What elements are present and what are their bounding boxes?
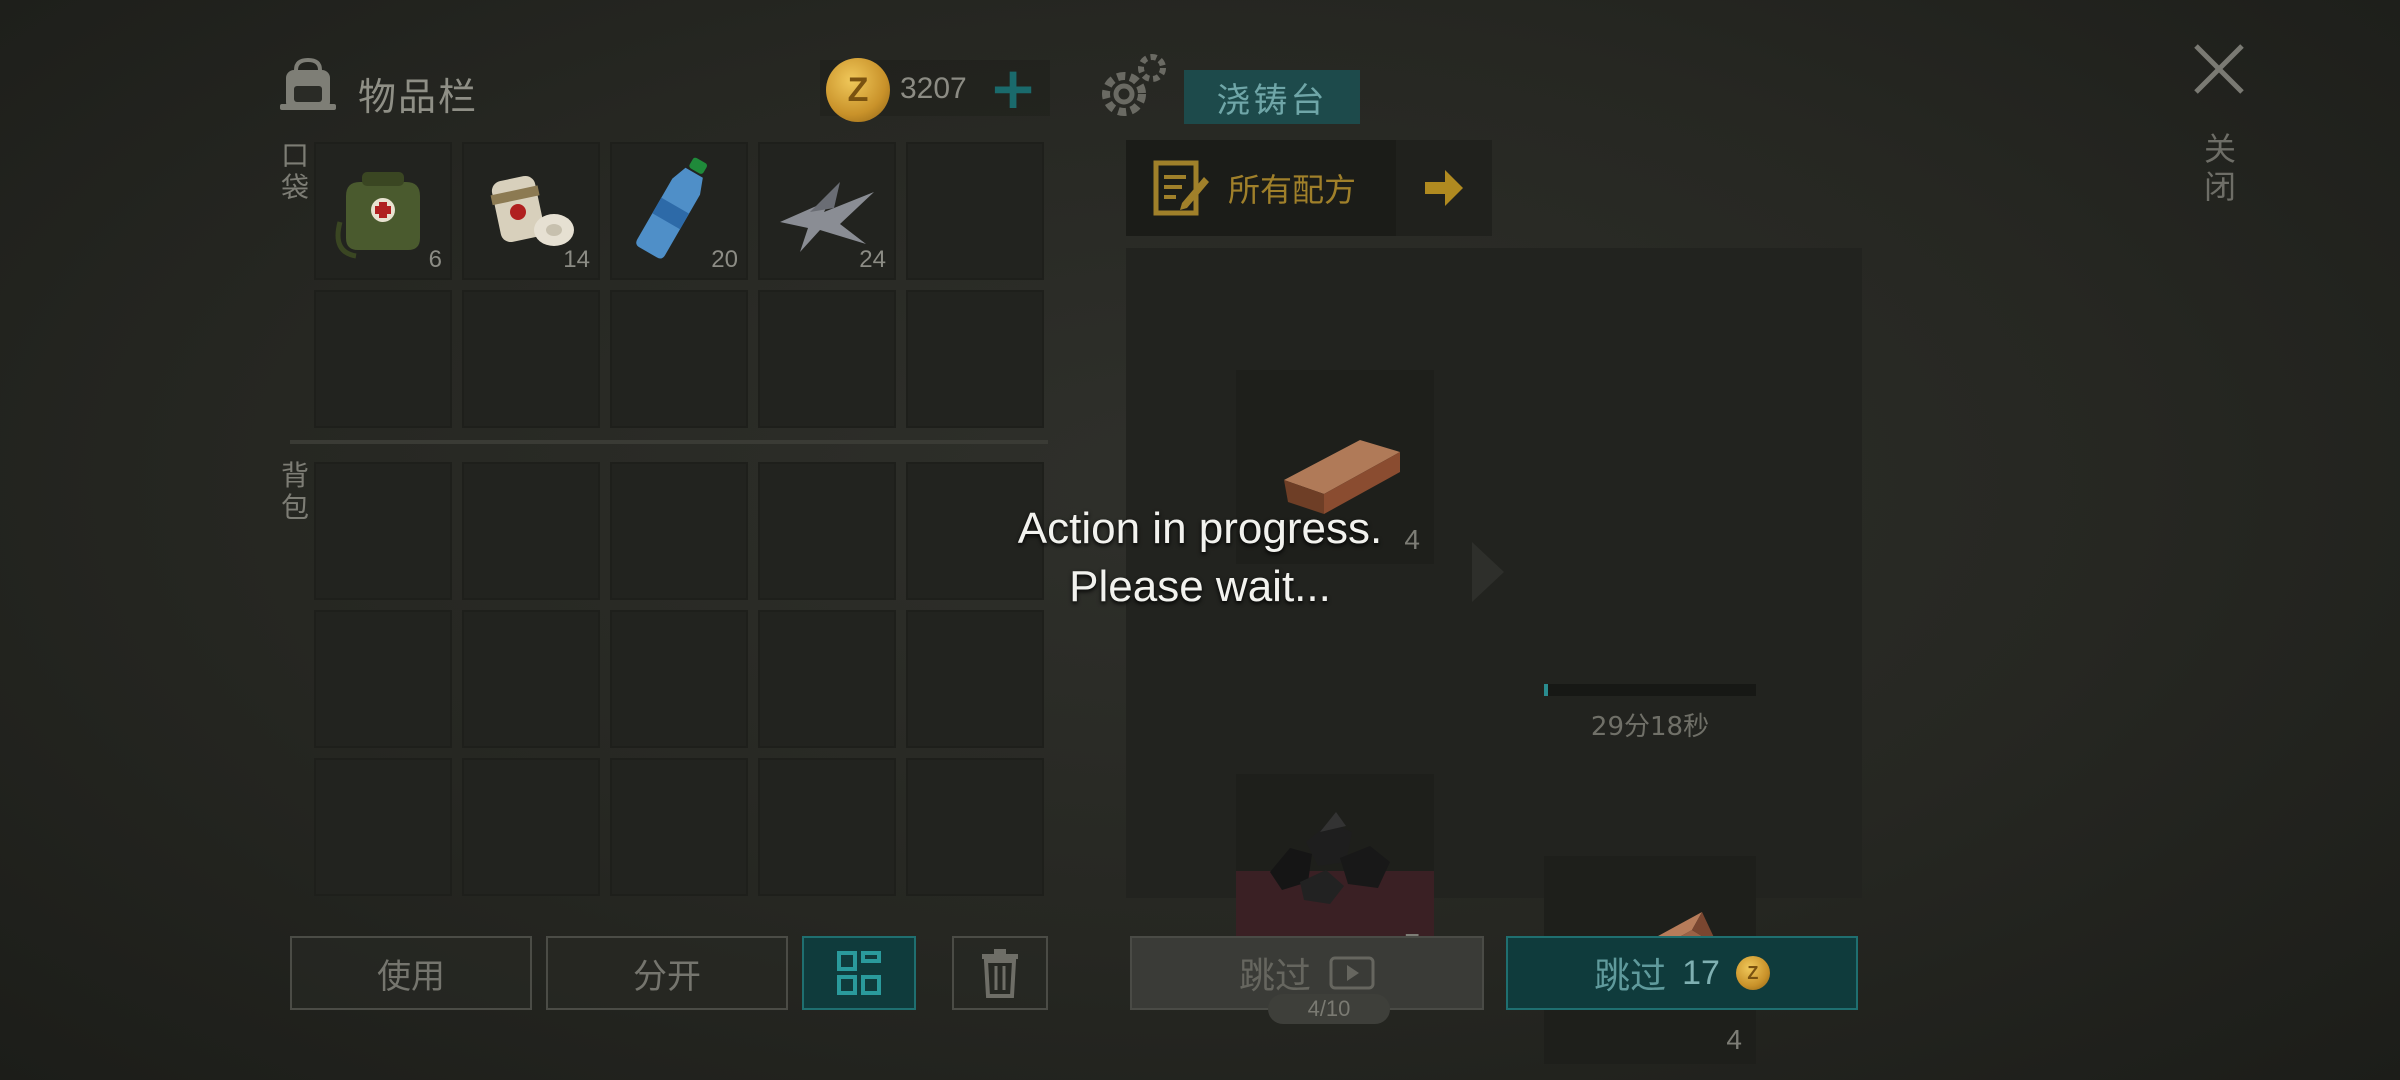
add-coins-button[interactable]: +: [988, 59, 1038, 120]
pocket-label: 口袋: [280, 139, 309, 204]
gears-icon: [1102, 54, 1166, 116]
backpack-label: 背包: [280, 459, 309, 524]
result-count: 4: [1726, 1024, 1742, 1055]
arrow-right-icon: [1425, 170, 1463, 206]
trash-icon: [982, 949, 1018, 998]
inventory-slot[interactable]: [314, 758, 452, 896]
coin-count: 3207: [900, 72, 967, 105]
item-count: 6: [428, 246, 442, 273]
overlay-line-1: Action in progress.: [1017, 504, 1383, 553]
close-icon[interactable]: [2190, 40, 2248, 98]
inventory-slot[interactable]: 6: [314, 142, 452, 280]
close-label[interactable]: 关闭: [2200, 130, 2240, 206]
use-button[interactable]: 使用: [290, 936, 532, 1010]
inventory-slot[interactable]: [610, 610, 748, 748]
coin-icon: Z: [826, 58, 890, 122]
inventory-slot[interactable]: [462, 758, 600, 896]
craft-progress-fill: [1544, 684, 1549, 696]
split-button[interactable]: 分开: [546, 936, 788, 1010]
inventory-slot[interactable]: 14: [462, 142, 600, 280]
inventory-slot[interactable]: [462, 290, 600, 428]
skip-coin-cost: 17: [1682, 953, 1720, 992]
station-tab[interactable]: 浇铸台: [1184, 70, 1360, 124]
inventory-slot[interactable]: 24: [758, 142, 896, 280]
skip-ad-label: 跳过: [1238, 956, 1311, 997]
video-play-icon: [1329, 956, 1375, 990]
item-count: 14: [563, 246, 590, 273]
delete-button[interactable]: [952, 936, 1048, 1010]
inventory-title: 物品栏: [358, 75, 479, 119]
inventory-slot[interactable]: [314, 610, 452, 748]
inventory-slot[interactable]: [758, 610, 896, 748]
inventory-slot[interactable]: 20: [610, 142, 748, 280]
all-recipes-label: 所有配方: [1228, 171, 1357, 209]
inventory-slot[interactable]: [610, 758, 748, 896]
pocket-grid: 6 14 20 24: [314, 142, 1044, 428]
inventory-slot[interactable]: [610, 290, 748, 428]
inventory-slot[interactable]: [314, 462, 452, 600]
section-divider: [290, 440, 1048, 444]
inventory-slot[interactable]: [758, 462, 896, 600]
item-count: 24: [859, 246, 886, 273]
inventory-slot[interactable]: [758, 290, 896, 428]
craft-progress-track: [1544, 684, 1756, 696]
all-recipes-button[interactable]: 所有配方: [1126, 140, 1396, 236]
inventory-slot[interactable]: [462, 610, 600, 748]
inventory-slot[interactable]: [906, 758, 1044, 896]
backpack-grid: [314, 462, 1044, 896]
craft-timer: 29分18秒: [1590, 712, 1710, 742]
inventory-slot[interactable]: [758, 758, 896, 896]
inventory-slot[interactable]: [314, 290, 452, 428]
coin-icon: Z: [1735, 956, 1770, 990]
inventory-slot[interactable]: [906, 142, 1044, 280]
recipe-next-button[interactable]: [1396, 140, 1492, 236]
overlay-line-2: Please wait...: [1069, 562, 1331, 611]
inventory-slot[interactable]: [906, 610, 1044, 748]
coal-icon: [1270, 812, 1390, 904]
backpack-icon: [280, 57, 336, 110]
grid-icon: [837, 951, 881, 995]
item-count: 20: [711, 246, 738, 273]
ad-count-badge: 4/10: [1268, 994, 1390, 1024]
action-in-progress-message: Action in progress. Please wait...: [950, 500, 1450, 616]
inventory-slot[interactable]: [906, 290, 1044, 428]
skip-with-coins-button[interactable]: 跳过 17 Z: [1506, 936, 1858, 1010]
sort-button[interactable]: [802, 936, 916, 1010]
recipe-notepad-icon: [1153, 160, 1209, 216]
medkit-bag-icon: [335, 172, 420, 259]
inventory-slot[interactable]: [462, 462, 600, 600]
skip-coin-label: 跳过: [1594, 956, 1667, 997]
craft-arrow-icon: [1472, 542, 1504, 602]
inventory-slot[interactable]: [610, 462, 748, 600]
